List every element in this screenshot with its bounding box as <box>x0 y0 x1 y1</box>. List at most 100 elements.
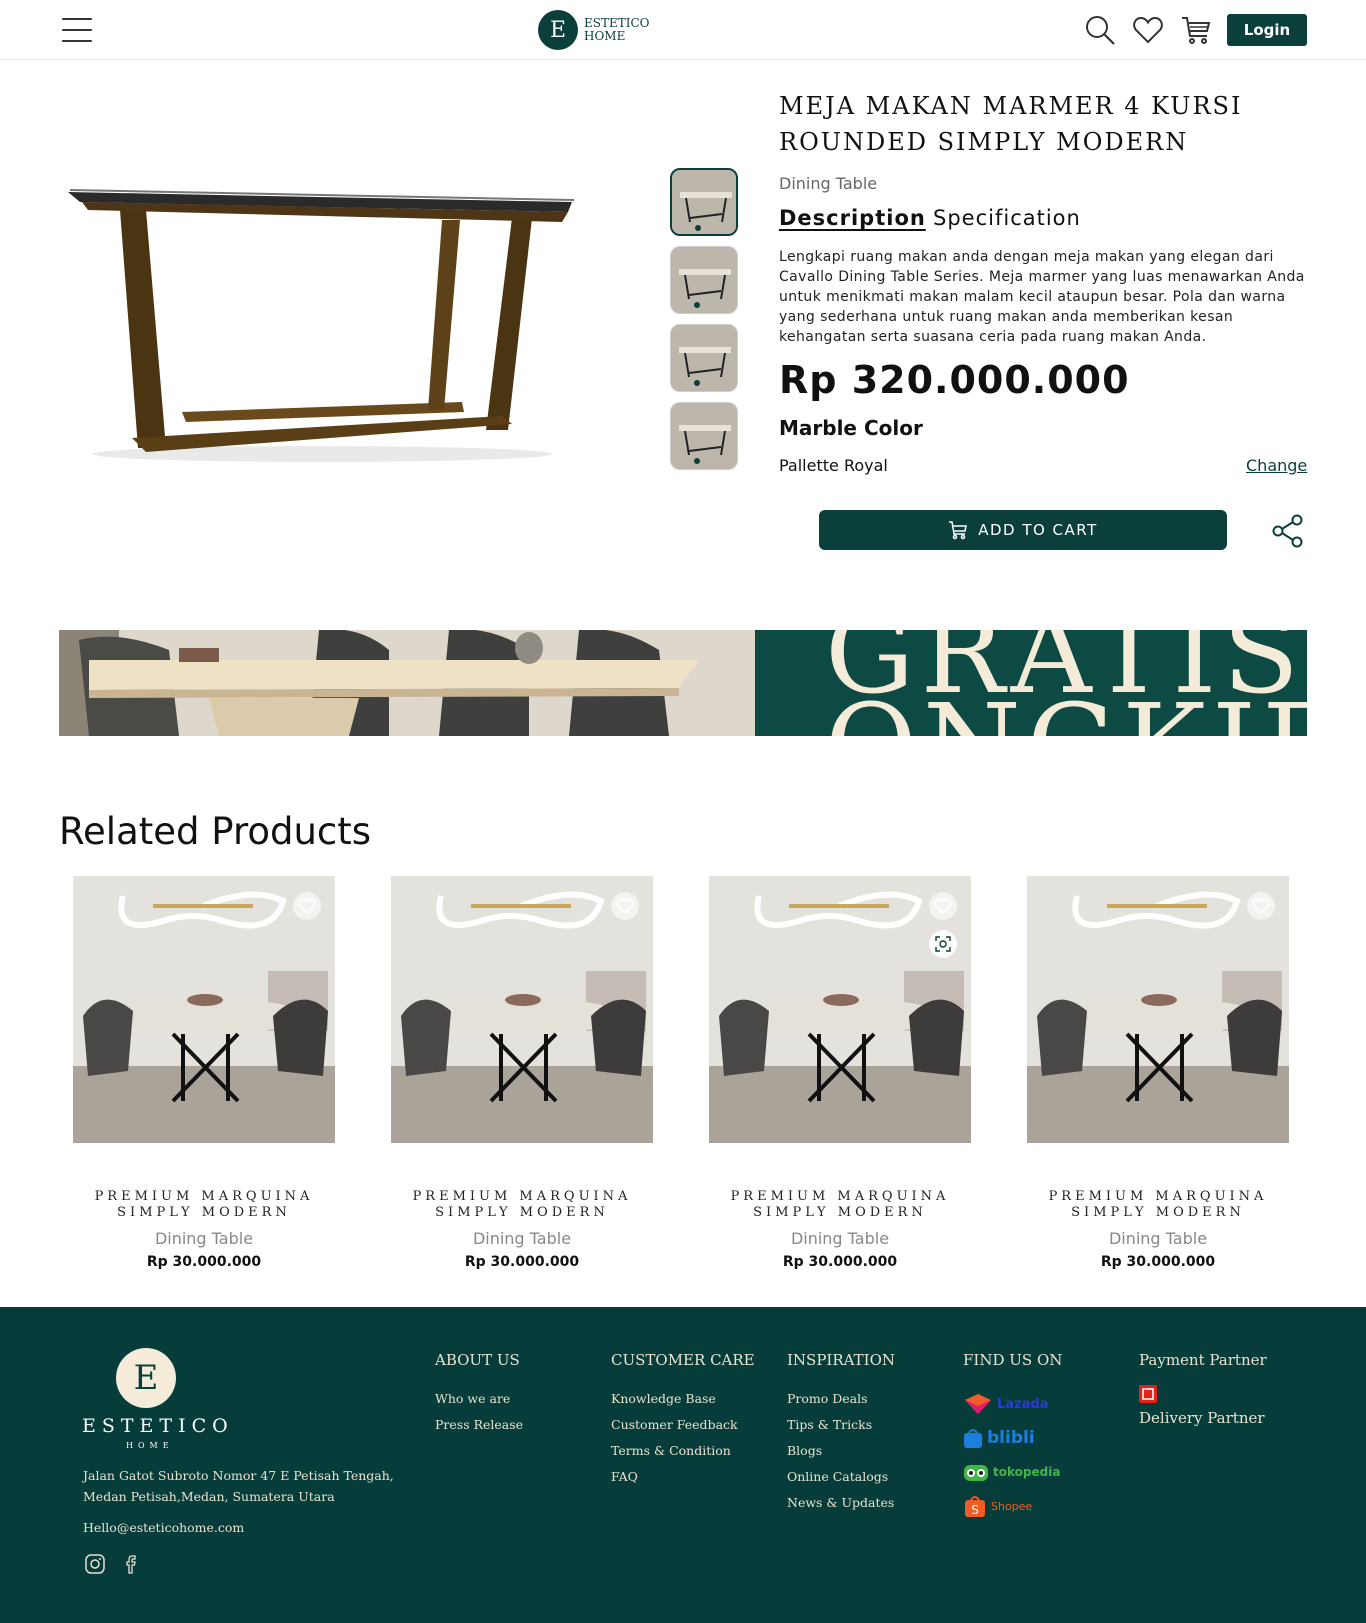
product-category: Dining Table <box>154 1229 254 1248</box>
footer-email[interactable]: Hello@esteticohome.com <box>83 1520 244 1535</box>
heart-icon <box>616 898 634 915</box>
logo-text-line2: HOME <box>584 29 626 43</box>
footer-find-us-column: FIND US ON Lazada blibli tokopedia S Sho… <box>963 1351 1062 1527</box>
footer-logo-mark[interactable]: E <box>116 1348 176 1408</box>
lazada-link[interactable]: Lazada <box>963 1391 1062 1417</box>
product-price: Rp 320.000.000 <box>779 358 1130 402</box>
product-title: MEJA MAKAN MARMER 4 KURSI ROUNDED SIMPLY… <box>779 92 1243 156</box>
site-footer: E ESTETICO HOME Jalan Gatot Subroto Nomo… <box>0 1307 1366 1623</box>
product-price: Rp 30.000.000 <box>782 1254 898 1270</box>
footer-brand-sub: HOME <box>126 1441 174 1450</box>
footer-link[interactable]: FAQ <box>611 1469 755 1484</box>
heart-icon <box>1252 898 1270 915</box>
footer-heading: FIND US ON <box>963 1351 1063 1369</box>
product-category: Dining Table <box>472 1229 572 1248</box>
payment-partner-icon <box>1139 1385 1157 1403</box>
product-price: Rp 30.000.000 <box>146 1254 262 1270</box>
payment-partner-heading: Payment Partner <box>1139 1351 1267 1369</box>
shopee-link[interactable]: S Shopee <box>963 1493 1062 1519</box>
footer-link[interactable]: Customer Feedback <box>611 1417 755 1432</box>
facebook-icon[interactable] <box>121 1553 143 1575</box>
product-description: Lengkapi ruang makan anda dengan meja ma… <box>779 249 1305 345</box>
cart-icon <box>949 521 968 540</box>
footer-link[interactable]: News & Updates <box>787 1495 895 1510</box>
footer-address: Jalan Gatot Subroto Nomor 47 E Petisah T… <box>83 1468 394 1504</box>
footer-link[interactable]: Tips & Tricks <box>787 1417 895 1432</box>
lazada-label: Lazada <box>997 1396 1049 1412</box>
logo-text: ESTETICO HOME <box>584 17 650 43</box>
product-price: Rp 30.000.000 <box>1100 1254 1216 1270</box>
related-product-card[interactable]: PREMIUM MARQUINA SIMPLY MODERN Dining Ta… <box>391 876 653 1270</box>
footer-link[interactable]: Online Catalogs <box>787 1469 895 1484</box>
login-button[interactable]: Login <box>1227 14 1307 46</box>
instagram-icon[interactable] <box>84 1553 106 1575</box>
related-product-card[interactable]: PREMIUM MARQUINA SIMPLY MODERN Dining Ta… <box>73 876 335 1270</box>
product-category: Dining Table <box>790 1229 890 1248</box>
tab-description[interactable]: Description <box>779 206 926 230</box>
blibli-link[interactable]: blibli <box>963 1425 1062 1451</box>
product-category: Dining Table <box>779 174 878 193</box>
product-name[interactable]: PREMIUM MARQUINA SIMPLY MODERN <box>709 1189 971 1221</box>
footer-link[interactable]: Promo Deals <box>787 1391 895 1406</box>
promo-banner[interactable]: GRATIS ONGKIR <box>59 630 1307 736</box>
quick-view-icon <box>935 936 951 952</box>
banner-text: GRATIS ONGKIR <box>825 630 1307 736</box>
favorite-button[interactable] <box>929 892 957 920</box>
favorite-button[interactable] <box>611 892 639 920</box>
heart-icon <box>298 898 316 915</box>
footer-link[interactable]: Press Release <box>435 1417 523 1432</box>
footer-partner-column: Payment Partner Delivery Partner <box>1139 1351 1267 1449</box>
product-image[interactable] <box>1027 876 1289 1143</box>
svg-text:S: S <box>971 1503 979 1517</box>
site-logo[interactable]: E ESTETICO HOME <box>538 10 650 50</box>
related-product-card[interactable]: PREMIUM MARQUINA SIMPLY MODERN Dining Ta… <box>709 876 971 1270</box>
change-color-link[interactable]: Change <box>1246 456 1307 475</box>
add-to-cart-button[interactable]: ADD TO CART <box>819 510 1227 550</box>
thumbnail-3[interactable] <box>670 324 738 392</box>
shopee-label: Shopee <box>991 1499 1033 1513</box>
footer-link[interactable]: Who we are <box>435 1391 523 1406</box>
product-image[interactable] <box>391 876 653 1143</box>
site-header: E ESTETICO HOME Login <box>0 0 1366 60</box>
thumbnail-2[interactable] <box>670 246 738 314</box>
search-icon[interactable] <box>1084 14 1116 46</box>
product-name[interactable]: PREMIUM MARQUINA SIMPLY MODERN <box>391 1189 653 1221</box>
footer-heading: INSPIRATION <box>787 1351 896 1369</box>
product-category: Dining Table <box>1108 1229 1208 1248</box>
tokopedia-link[interactable]: tokopedia <box>963 1459 1062 1485</box>
product-name[interactable]: PREMIUM MARQUINA SIMPLY MODERN <box>73 1189 335 1221</box>
footer-link[interactable]: Knowledge Base <box>611 1391 755 1406</box>
cart-icon[interactable] <box>1180 14 1212 46</box>
banner-text-panel: GRATIS ONGKIR <box>755 630 1307 736</box>
product-name[interactable]: PREMIUM MARQUINA SIMPLY MODERN <box>1027 1189 1289 1221</box>
heart-icon <box>934 898 952 915</box>
share-icon[interactable] <box>1270 513 1306 549</box>
related-product-card[interactable]: PREMIUM MARQUINA SIMPLY MODERN Dining Ta… <box>1027 876 1289 1270</box>
logo-mark: E <box>538 10 578 50</box>
lazada-icon <box>965 1394 991 1414</box>
footer-brand-name: ESTETICO <box>82 1415 234 1437</box>
footer-link[interactable]: Blogs <box>787 1443 895 1458</box>
product-main-image[interactable] <box>62 180 582 470</box>
menu-icon[interactable] <box>62 18 92 42</box>
product-image[interactable] <box>709 876 971 1143</box>
add-to-cart-label: ADD TO CART <box>978 521 1098 539</box>
blibli-icon <box>964 1429 982 1448</box>
quick-view-button[interactable] <box>929 930 957 958</box>
thumbnail-list <box>670 168 738 480</box>
favorite-button[interactable] <box>1247 892 1275 920</box>
heart-icon[interactable] <box>1132 14 1164 46</box>
product-image[interactable] <box>73 876 335 1143</box>
tab-specification[interactable]: Specification <box>933 206 1081 230</box>
footer-heading: ABOUT US <box>435 1351 520 1369</box>
product-price: Rp 30.000.000 <box>464 1254 580 1270</box>
footer-care-column: CUSTOMER CARE Knowledge Base Customer Fe… <box>611 1351 755 1495</box>
footer-heading: CUSTOMER CARE <box>611 1351 755 1369</box>
thumbnail-4[interactable] <box>670 402 738 470</box>
tokopedia-icon <box>964 1465 988 1481</box>
thumbnail-1[interactable] <box>670 168 738 236</box>
footer-about-column: ABOUT US Who we are Press Release <box>435 1351 523 1443</box>
favorite-button[interactable] <box>293 892 321 920</box>
tokopedia-label: tokopedia <box>993 1465 1061 1479</box>
footer-link[interactable]: Terms & Condition <box>611 1443 755 1458</box>
